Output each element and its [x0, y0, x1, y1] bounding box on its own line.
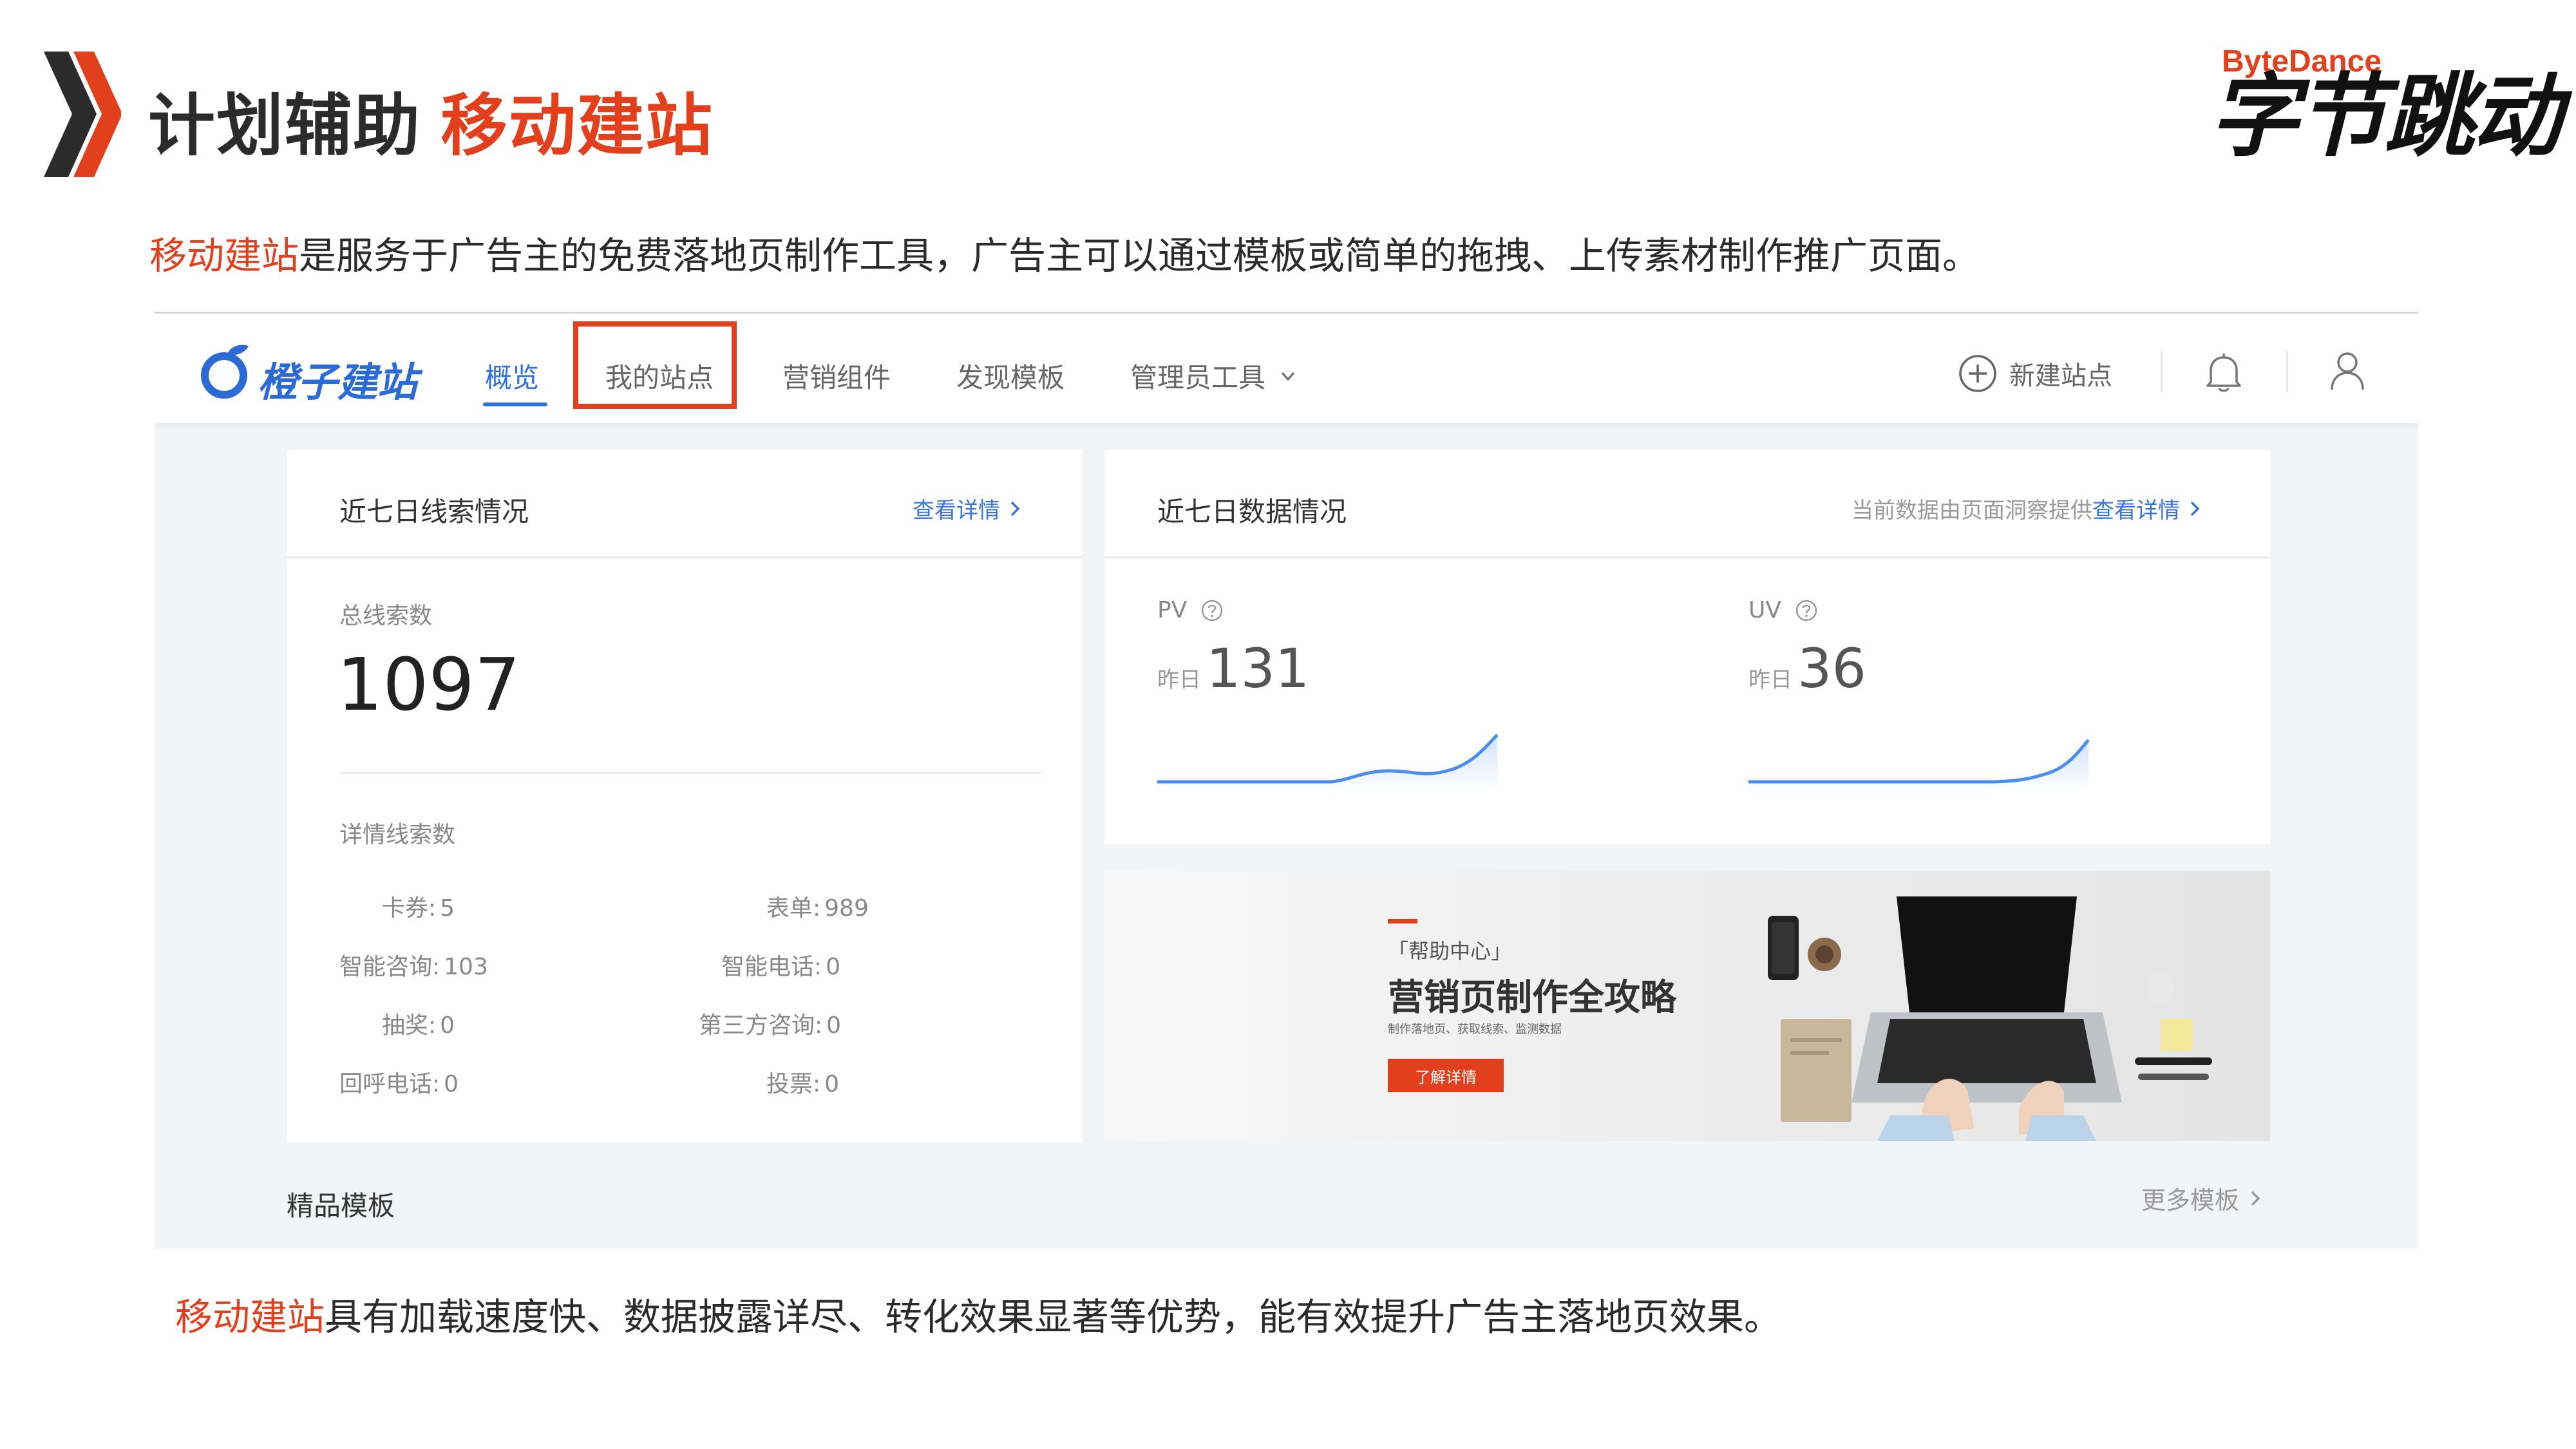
banner-help-tag: 「帮助中心」 [1388, 939, 1512, 963]
new-site-label: 新建站点 [2009, 361, 2112, 391]
banner-subtitle: 制作落地页、获取线索、监测数据 [1388, 1023, 1562, 1036]
uv-label: UV [1748, 597, 1819, 623]
learn-more-label: 了解详情 [1415, 1068, 1477, 1086]
uv-sparkline [1748, 739, 2090, 791]
slide-title: 计划辅助 移动建站 [148, 71, 714, 168]
intro-text: 移动建站是服务于广告主的免费落地页制作工具，广告主可以通过模板或简单的拖拽、上传… [149, 225, 1980, 279]
pv-number: 131 [1206, 637, 1310, 700]
pv-label-text: PV [1157, 597, 1188, 623]
nav-admin-label: 管理员工具 [1130, 362, 1266, 393]
more-templates-link[interactable]: 更多模板 [2141, 1180, 2264, 1216]
banner-title: 营销页制作全攻略 [1388, 977, 1676, 1019]
card-divider [339, 772, 1041, 774]
outro-body: 具有加载速度快、数据披露详尽、转化效果显著等优势，能有效提升广告主落地页效果。 [325, 1295, 1782, 1339]
nav-tab-overview[interactable]: 概览 [485, 356, 539, 395]
pv-sparkline [1157, 734, 1499, 791]
lead-item-vote: 投票: 0 [766, 1071, 840, 1097]
total-leads-value: 1097 [337, 643, 521, 727]
leads-detail-label: 查看详情 [913, 498, 1000, 524]
nav-divider [2286, 351, 2288, 392]
lead-item-form: 表单: 989 [766, 895, 869, 922]
data-overview-card: 近七日数据情况 当前数据由页面洞察提供 查看详情 PV 昨日131 UV 昨日3… [1104, 450, 2270, 844]
data-detail-link[interactable]: 当前数据由页面洞察提供 查看详情 [1852, 493, 2203, 524]
brand-logo-cn: 字节跳动 [2209, 64, 2562, 169]
leads-card: 近七日线索情况 查看详情 总线索数 1097 详情线索数 卡券: 5 表单: 989… [287, 450, 1082, 1142]
outro-text: 移动建站具有加载速度快、数据披露详尽、转化效果显著等优势，能有效提升广告主落地页… [175, 1287, 1781, 1341]
highlight-box [573, 321, 737, 409]
plus-circle-icon [1959, 355, 1996, 392]
user-icon[interactable] [2328, 350, 2367, 392]
help-icon[interactable] [1200, 598, 1224, 623]
uv-label-text: UV [1748, 597, 1781, 623]
data-card-title: 近七日数据情况 [1157, 496, 1347, 527]
nav-divider [2161, 351, 2163, 392]
slide-title-main: 计划辅助 [148, 86, 422, 165]
help-center-banner[interactable]: 「帮助中心」 营销页制作全攻略 制作落地页、获取线索、监测数据 了解详情 [1104, 871, 2270, 1141]
chevron-decoration-icon [44, 52, 121, 177]
top-navigation-bar: 橙子建站 概览 我的站点 营销组件 发现模板 管理员工具 新建站点 [155, 314, 2418, 423]
card-divider [287, 556, 1082, 558]
leads-detail-link[interactable]: 查看详情 [913, 493, 1023, 524]
pv-prefix: 昨日 [1157, 667, 1201, 693]
chevron-right-icon [2190, 501, 2200, 516]
data-source-note: 当前数据由页面洞察提供 [1852, 498, 2092, 524]
lead-item-callback: 回呼电话: 0 [339, 1071, 459, 1097]
slide-title-accent: 移动建站 [440, 86, 714, 165]
more-templates-label: 更多模板 [2141, 1186, 2240, 1215]
uv-number: 36 [1797, 637, 1866, 700]
laptop-desk-illustration [1768, 896, 2212, 1141]
detail-leads-label: 详情线索数 [339, 822, 456, 848]
lead-item-smart-consult: 智能咨询: 103 [339, 954, 488, 980]
intro-body: 是服务于广告主的免费落地页制作工具，广告主可以通过模板或简单的拖拽、上传素材制作… [299, 234, 1980, 278]
chevron-right-icon [1010, 501, 1020, 516]
lead-item-smart-phone: 智能电话: 0 [721, 954, 841, 980]
app-logo-text: 橙子建站 [258, 359, 418, 406]
lead-item-third-party: 第三方咨询: 0 [699, 1012, 842, 1039]
nav-tab-admin-tools[interactable]: 管理员工具 [1130, 356, 1299, 395]
new-site-button[interactable]: 新建站点 [1958, 354, 2112, 393]
learn-more-button[interactable]: 了解详情 [1388, 1059, 1504, 1092]
lead-item-lottery: 抽奖: 0 [382, 1012, 455, 1039]
data-detail-label: 查看详情 [2092, 498, 2180, 524]
card-divider [1104, 556, 2270, 558]
bell-icon[interactable] [2204, 351, 2243, 393]
uv-value: 昨日36 [1748, 637, 1866, 700]
total-leads-label: 总线索数 [339, 603, 433, 629]
chevron-right-icon [2251, 1191, 2260, 1206]
chevron-down-icon [1281, 372, 1295, 381]
premium-templates-title: 精品模板 [287, 1190, 395, 1222]
lead-item-coupon: 卡券: 5 [382, 895, 455, 922]
pv-label: PV [1157, 597, 1224, 623]
nav-tab-marketing-components[interactable]: 营销组件 [782, 356, 891, 395]
nav-tab-discover-templates[interactable]: 发现模板 [956, 356, 1065, 395]
pv-value: 昨日131 [1157, 637, 1309, 700]
uv-prefix: 昨日 [1748, 667, 1792, 693]
leads-card-title: 近七日线索情况 [339, 496, 529, 527]
nav-active-indicator [483, 402, 547, 406]
orange-logo-icon [201, 345, 249, 399]
banner-accent-bar [1388, 919, 1417, 923]
intro-highlight: 移动建站 [149, 234, 299, 278]
help-icon[interactable] [1794, 598, 1819, 623]
app-screenshot: 橙子建站 概览 我的站点 营销组件 发现模板 管理员工具 新建站点 近七日线索情… [155, 312, 2418, 1249]
outro-highlight: 移动建站 [175, 1295, 325, 1339]
